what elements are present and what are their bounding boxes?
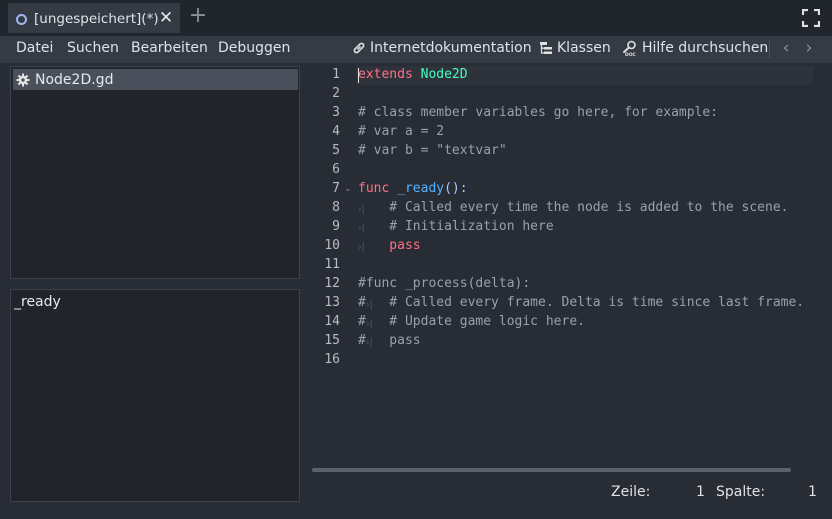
- line-label: Zeile:: [611, 484, 651, 500]
- line-number: 2: [332, 86, 340, 101]
- code-token: # Called every time the node is added to…: [358, 200, 789, 215]
- line-number: 15: [324, 333, 340, 348]
- code-token: Node2D: [412, 67, 468, 82]
- gear-icon: [16, 73, 30, 86]
- line-number: 14: [324, 314, 340, 329]
- code-line[interactable]: # Called every time the node is added to…: [358, 200, 788, 215]
- class-tree-icon: [540, 42, 552, 54]
- code-token: #func _process(delta):: [358, 276, 531, 291]
- tab-title: [ungespeichert](*): [34, 11, 159, 27]
- code-line[interactable]: # # Called every frame. Delta is time si…: [358, 295, 804, 310]
- code-line[interactable]: func _ready():: [358, 181, 468, 196]
- tab-marker-icon: ›|: [366, 319, 373, 329]
- line-value: 1: [696, 484, 705, 500]
- search-help-label: Hilfe durchsuchen: [642, 40, 769, 56]
- code-token: # var b = "textvar": [358, 143, 507, 158]
- code-token: _ready: [389, 181, 445, 196]
- code-line[interactable]: extends Node2D: [358, 67, 468, 82]
- search-doc-icon: DOC: [623, 40, 637, 56]
- code-line[interactable]: # var b = "textvar": [358, 143, 507, 158]
- line-number: 11: [324, 257, 340, 272]
- back-arrow-icon[interactable]: ‹: [779, 38, 793, 58]
- line-number: 7: [332, 181, 340, 196]
- code-line[interactable]: # # Update game logic here.: [358, 314, 585, 329]
- script-list-item-label: Node2D.gd: [35, 71, 114, 88]
- line-number: 16: [324, 352, 340, 367]
- line-number: 3: [332, 105, 340, 120]
- menu-bar: Datei Suchen Bearbeiten Debuggen Interne…: [0, 36, 832, 63]
- tab-marker-icon: ›|: [358, 243, 365, 253]
- tab-marker-icon: ›|: [366, 300, 373, 310]
- code-token: ():: [444, 181, 468, 196]
- line-number: 10: [324, 238, 340, 253]
- column-value: 1: [808, 484, 817, 500]
- code-token: # # Called every frame. Delta is time si…: [358, 295, 805, 310]
- line-number: 5: [332, 143, 340, 158]
- code-token: # var a = 2: [358, 124, 445, 139]
- svg-text:DOC: DOC: [625, 52, 637, 56]
- menu-bearbeiten[interactable]: Bearbeiten: [131, 40, 208, 56]
- add-tab-icon[interactable]: +: [188, 5, 208, 28]
- menu-debuggen[interactable]: Debuggen: [218, 40, 290, 56]
- line-number: 1: [332, 67, 340, 82]
- link-icon: [353, 42, 365, 54]
- menu-datei[interactable]: Datei: [16, 40, 53, 56]
- code-line[interactable]: #func _process(delta):: [358, 276, 530, 291]
- classes-button[interactable]: Klassen: [539, 40, 611, 56]
- close-icon[interactable]: ✕: [158, 9, 174, 27]
- code-line[interactable]: pass: [358, 238, 421, 253]
- tab-marker-icon: ›|: [366, 338, 373, 348]
- line-number: 12: [324, 276, 340, 291]
- tab-marker-icon: ›|: [358, 205, 365, 215]
- fullscreen-icon[interactable]: [802, 9, 820, 27]
- forward-arrow-icon[interactable]: ›: [802, 38, 816, 58]
- code-token: pass: [358, 238, 421, 253]
- fold-arrow-icon[interactable]: ⌄: [344, 184, 352, 194]
- code-token: # # Update game logic here.: [358, 314, 585, 329]
- tab-marker-icon: ›|: [358, 224, 365, 234]
- script-tab[interactable]: [ungespeichert](*) ✕: [8, 3, 180, 33]
- code-line[interactable]: # var a = 2: [358, 124, 444, 139]
- tab-bar: [ungespeichert](*) ✕ +: [0, 0, 832, 36]
- method-list: _ready: [10, 289, 300, 502]
- online-docs-label: Internetdokumentation: [370, 40, 532, 56]
- text-caret: [358, 68, 359, 83]
- horizontal-scrollbar[interactable]: [312, 468, 791, 472]
- code-token: # Initialization here: [358, 219, 554, 234]
- method-list-item[interactable]: _ready: [14, 294, 61, 310]
- column-label: Spalte:: [716, 484, 766, 500]
- unsaved-circle-icon: [16, 13, 27, 25]
- classes-label: Klassen: [557, 40, 611, 56]
- menu-suchen[interactable]: Suchen: [67, 40, 119, 56]
- code-line[interactable]: # Initialization here: [358, 219, 554, 234]
- line-number: 8: [332, 200, 340, 215]
- code-line[interactable]: # class member variables go here, for ex…: [358, 105, 718, 120]
- line-number: 9: [332, 219, 340, 234]
- line-number: 6: [332, 162, 340, 177]
- code-token: extends: [358, 67, 413, 82]
- separator: [769, 41, 770, 58]
- line-number: 13: [324, 295, 340, 310]
- code-editor[interactable]: 1 2 3 4 5 6 7 8 9 10 11 12 13 14 15 16 extends Node2D # …: [308, 66, 819, 478]
- line-number: 4: [332, 124, 340, 139]
- online-docs-button[interactable]: Internetdokumentation: [352, 40, 532, 56]
- script-list-item[interactable]: Node2D.gd: [13, 69, 298, 90]
- code-token: # class member variables go here, for ex…: [358, 105, 719, 120]
- code-token: func: [358, 181, 390, 196]
- script-list: Node2D.gd: [10, 66, 300, 279]
- search-help-button[interactable]: DOC Hilfe durchsuchen: [622, 40, 768, 56]
